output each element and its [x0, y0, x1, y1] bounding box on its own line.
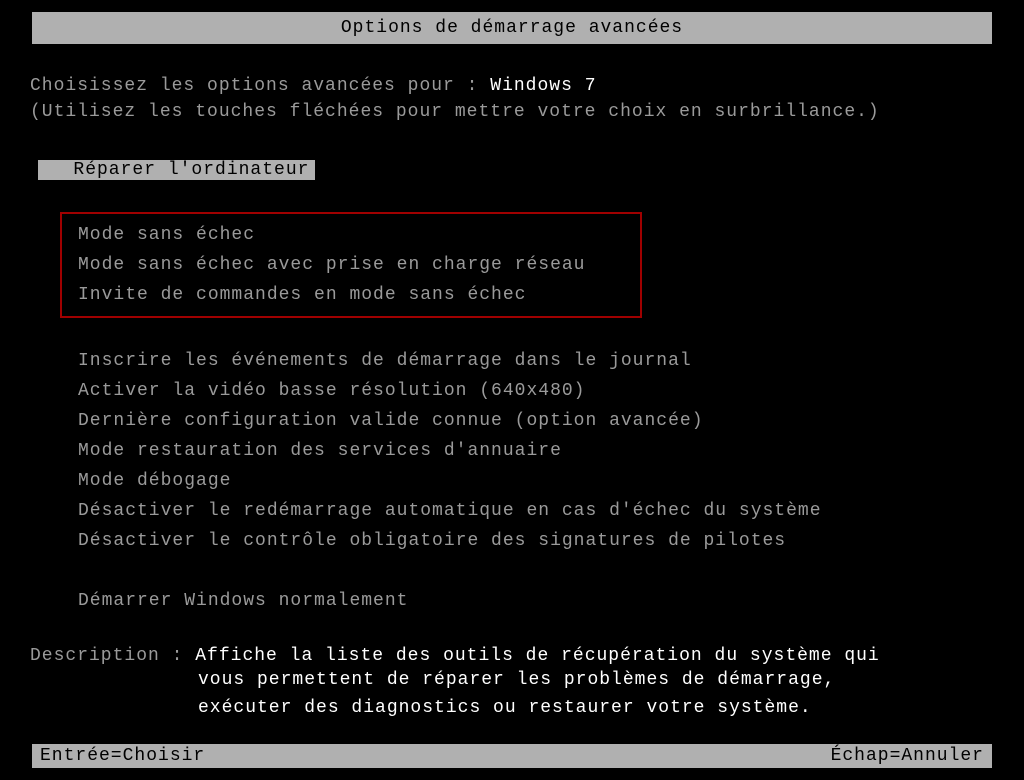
boot-options-list: Inscrire les événements de démarrage dan… [78, 346, 994, 556]
os-name: Windows 7 [490, 76, 596, 96]
description-label: Description : [30, 646, 195, 666]
safe-mode-option[interactable]: Mode sans échec [78, 220, 640, 250]
description-text-line2: vous permettent de réparer les problèmes… [198, 666, 994, 694]
enter-hint: Entrée=Choisir [40, 746, 205, 766]
title-bar: Options de démarrage avancées [32, 12, 992, 44]
boot-logging-option[interactable]: Inscrire les événements de démarrage dan… [78, 346, 994, 376]
description-section: Description : Affiche la liste des outil… [30, 646, 994, 722]
start-windows-normally-option[interactable]: Démarrer Windows normalement [78, 586, 994, 616]
last-known-good-option[interactable]: Dernière configuration valide connue (op… [78, 406, 994, 436]
debug-mode-option[interactable]: Mode débogage [78, 466, 994, 496]
safe-mode-networking-option[interactable]: Mode sans échec avec prise en charge rés… [78, 250, 640, 280]
instructions: Choisissez les options avancées pour : W… [30, 76, 994, 122]
escape-hint: Échap=Annuler [831, 746, 984, 766]
instruction-hint: (Utilisez les touches fléchées pour mett… [30, 102, 994, 122]
description-text-line1: Affiche la liste des outils de récupérat… [195, 646, 880, 666]
disable-auto-restart-option[interactable]: Désactiver le redémarrage automatique en… [78, 496, 994, 526]
safe-mode-group: Mode sans échec Mode sans échec avec pri… [60, 212, 642, 318]
disable-driver-signature-option[interactable]: Désactiver le contrôle obligatoire des s… [78, 526, 994, 556]
instruction-prefix: Choisissez les options avancées pour : [30, 76, 490, 96]
description-text-line3: exécuter des diagnostics ou restaurer vo… [198, 694, 994, 722]
repair-computer-option[interactable]: Réparer l'ordinateur [38, 160, 315, 180]
low-res-video-option[interactable]: Activer la vidéo basse résolution (640x4… [78, 376, 994, 406]
footer-bar: Entrée=Choisir Échap=Annuler [32, 744, 992, 768]
safe-mode-command-prompt-option[interactable]: Invite de commandes en mode sans échec [78, 280, 640, 310]
directory-services-restore-option[interactable]: Mode restauration des services d'annuair… [78, 436, 994, 466]
